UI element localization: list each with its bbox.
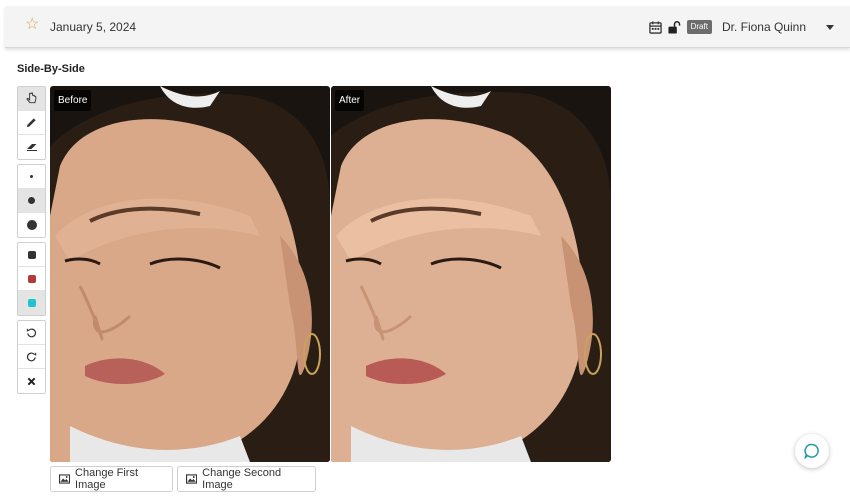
calendar-icon[interactable] bbox=[648, 20, 662, 34]
after-label: After bbox=[335, 90, 365, 111]
before-image[interactable]: Before bbox=[50, 86, 330, 462]
image-icon bbox=[186, 474, 198, 484]
clear-button[interactable] bbox=[18, 369, 45, 393]
pointer-tool-button[interactable] bbox=[18, 87, 45, 111]
chat-icon bbox=[804, 443, 819, 459]
color-swatch-dark bbox=[27, 250, 36, 259]
pencil-icon bbox=[26, 118, 36, 128]
change-second-image-label: Change Second Image bbox=[202, 467, 282, 491]
doctor-name[interactable]: Dr. Fiona Quinn bbox=[722, 20, 806, 34]
before-photo-illustration bbox=[50, 86, 330, 462]
chevron-down-icon[interactable] bbox=[826, 24, 834, 30]
eraser-icon bbox=[26, 144, 37, 151]
redo-button[interactable] bbox=[18, 345, 45, 369]
color-swatch-red bbox=[27, 274, 36, 283]
color-dark-button[interactable] bbox=[18, 243, 45, 267]
tool-group bbox=[17, 86, 46, 160]
close-icon bbox=[27, 377, 36, 385]
eraser-tool-button[interactable] bbox=[18, 135, 45, 159]
change-first-image-label: Change First Image bbox=[75, 467, 139, 491]
action-group bbox=[17, 320, 46, 394]
pencil-tool-button[interactable] bbox=[18, 111, 45, 135]
star-icon[interactable]: ☆ bbox=[25, 17, 41, 33]
image-icon bbox=[59, 474, 71, 484]
after-image[interactable]: After bbox=[331, 86, 611, 462]
before-label: Before bbox=[54, 90, 92, 111]
drawing-toolbar bbox=[17, 86, 46, 398]
undo-button[interactable] bbox=[18, 321, 45, 345]
header-right: Draft Dr. Fiona Quinn bbox=[648, 6, 834, 48]
date-label: January 5, 2024 bbox=[50, 20, 137, 34]
large-brush-button[interactable] bbox=[18, 213, 45, 237]
medium-dot-icon bbox=[28, 197, 35, 204]
section-title: Side-By-Side bbox=[17, 63, 85, 75]
color-red-button[interactable] bbox=[18, 267, 45, 291]
change-first-image-button[interactable]: Change First Image bbox=[50, 466, 173, 492]
color-group bbox=[17, 242, 46, 316]
change-second-image-button[interactable]: Change Second Image bbox=[177, 466, 316, 492]
small-brush-button[interactable] bbox=[18, 165, 45, 189]
header-bar: ☆ January 5, 2024 Draft Dr. Fiona Quinn bbox=[5, 6, 850, 48]
small-dot-icon bbox=[30, 175, 33, 178]
after-photo-illustration bbox=[331, 86, 611, 462]
color-swatch-cyan bbox=[27, 299, 36, 307]
status-badge: Draft bbox=[686, 20, 712, 34]
undo-icon bbox=[26, 328, 37, 338]
pointer-icon bbox=[26, 92, 37, 104]
redo-icon bbox=[26, 352, 37, 362]
medium-brush-button[interactable] bbox=[18, 189, 45, 213]
chat-button[interactable] bbox=[795, 434, 829, 468]
unlock-icon[interactable] bbox=[668, 20, 681, 34]
color-cyan-button[interactable] bbox=[18, 291, 45, 315]
size-group bbox=[17, 164, 46, 238]
large-dot-icon bbox=[26, 220, 37, 230]
